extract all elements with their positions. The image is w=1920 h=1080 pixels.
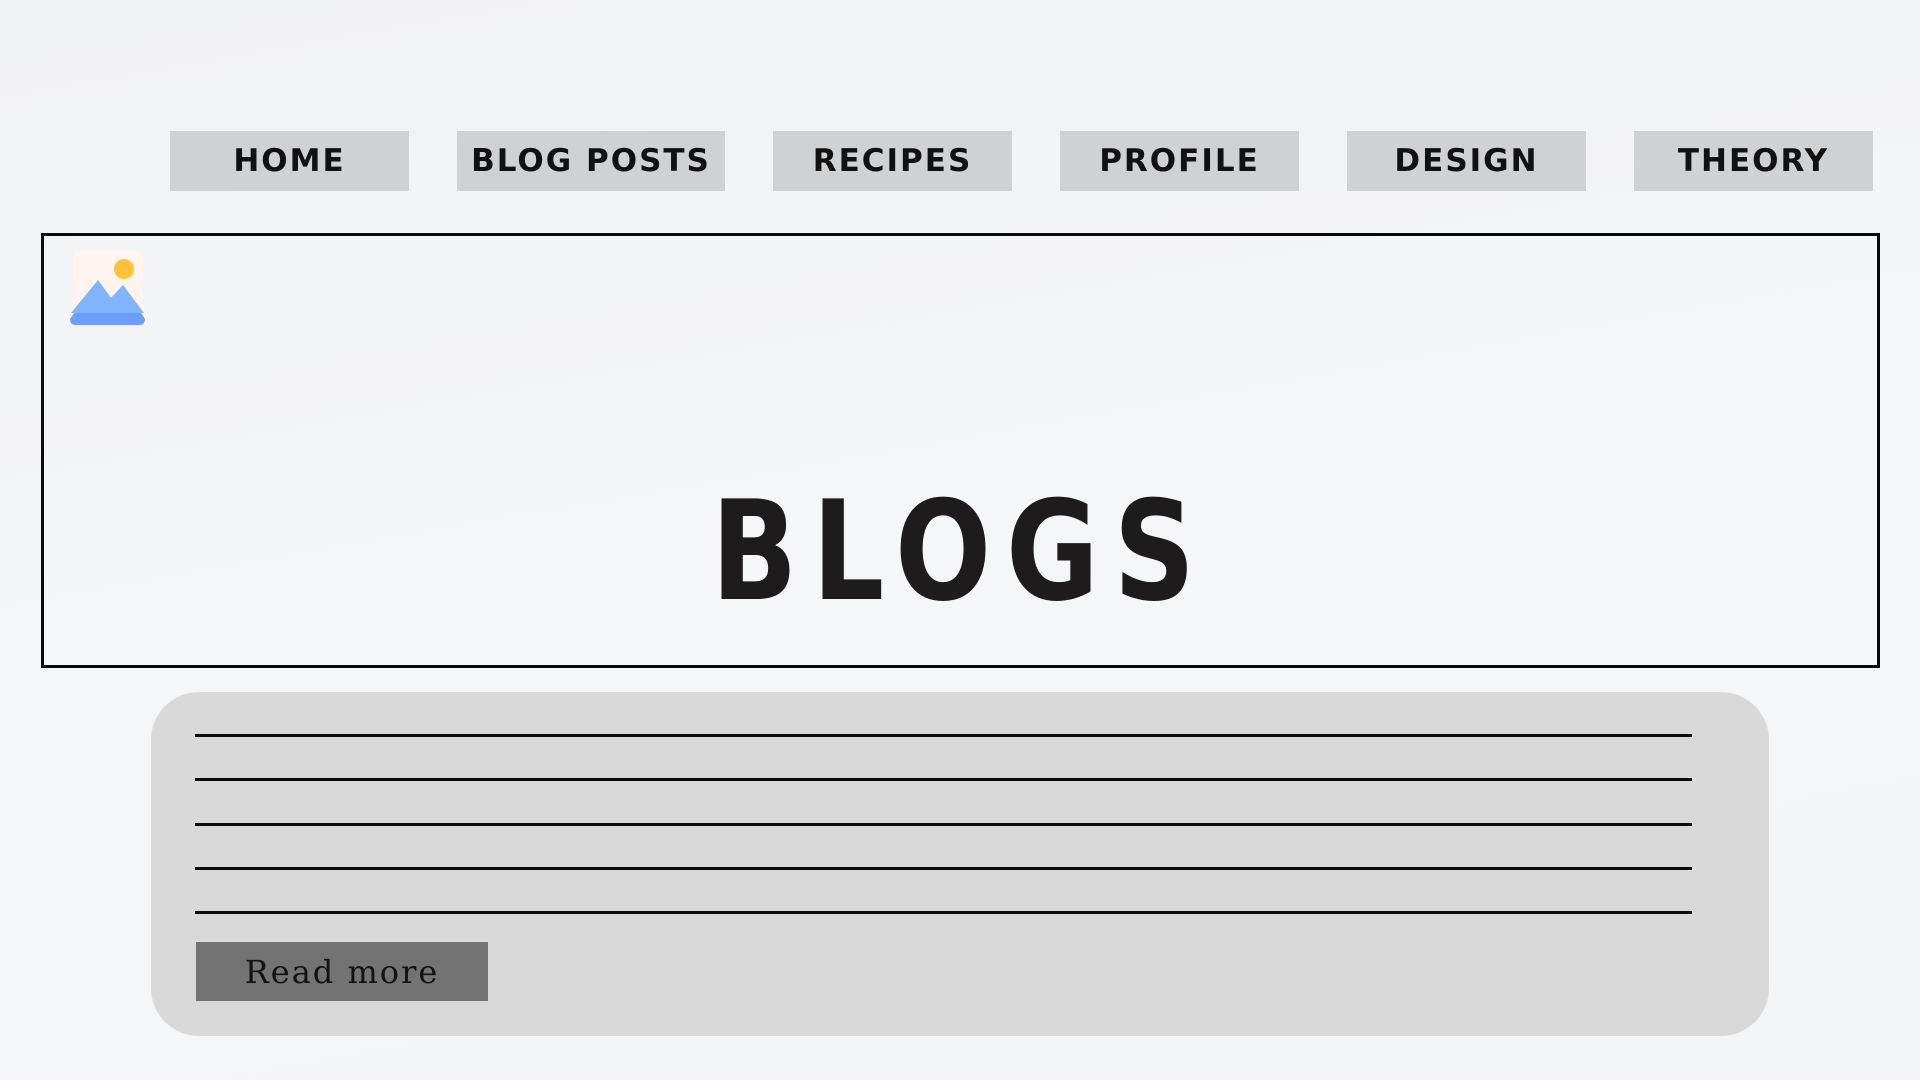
blog-post-card: Read more	[151, 692, 1769, 1036]
text-placeholder-line	[195, 823, 1692, 826]
nav-item-blog-posts[interactable]: BLOG POSTS	[457, 131, 725, 191]
nav-item-recipes[interactable]: RECIPES	[773, 131, 1012, 191]
read-more-button[interactable]: Read more	[196, 942, 488, 1001]
text-placeholder-line	[195, 911, 1692, 914]
main-navigation: HOME BLOG POSTS RECIPES PROFILE DESIGN T…	[0, 0, 1920, 200]
hero-banner: BLOGS	[41, 233, 1880, 668]
image-placeholder-icon	[70, 251, 145, 325]
text-placeholder-line	[195, 867, 1692, 870]
nav-item-profile[interactable]: PROFILE	[1060, 131, 1299, 191]
text-placeholder-line	[195, 778, 1692, 781]
nav-item-theory[interactable]: THEORY	[1634, 131, 1873, 191]
text-placeholder-line	[195, 734, 1692, 737]
page-title: BLOGS	[711, 471, 1210, 633]
nav-item-home[interactable]: HOME	[170, 131, 409, 191]
nav-item-design[interactable]: DESIGN	[1347, 131, 1586, 191]
